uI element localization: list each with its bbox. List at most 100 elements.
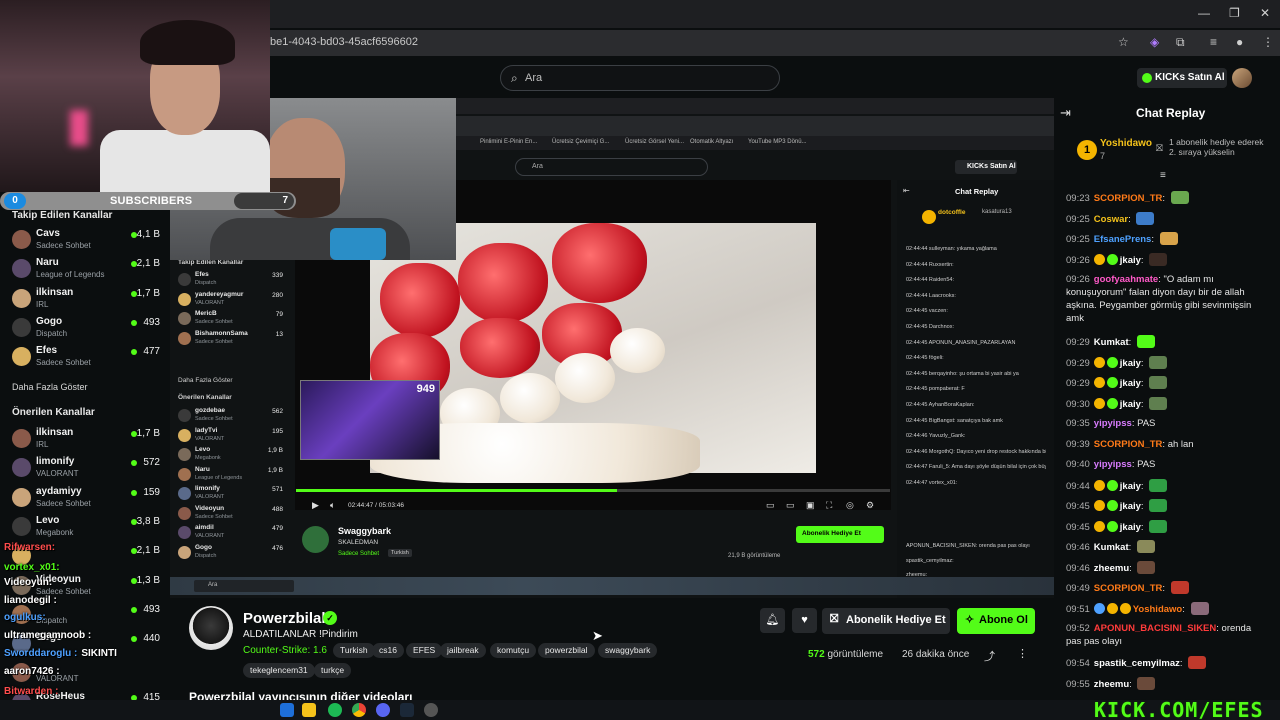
stream-tag[interactable]: Turkish [333,643,375,658]
close-icon[interactable]: ✕ [1260,6,1270,20]
chrome-icon[interactable] [352,703,366,717]
chat-username[interactable]: SCORPION_TR [1094,583,1163,594]
chat-username[interactable]: yipyipss [1094,418,1132,429]
channel-category: Sadece Sohbet [36,358,91,368]
chat-username[interactable]: goofyaahmate [1094,274,1158,285]
buy-kicks-button[interactable]: KICKs Satın Al [1137,68,1227,88]
chat-username[interactable]: jkaiy [1120,522,1141,533]
chat-timestamp: 09:49 [1066,583,1090,594]
user-avatar[interactable] [1232,68,1252,88]
spotify-icon[interactable] [328,703,342,717]
chat-message: 09:30 jkaiy: [1066,396,1262,411]
volume-icon[interactable]: 🔈︎ [330,500,335,511]
clip-icon[interactable]: ▭ [766,500,775,511]
streamer-name[interactable]: Powerzbilal [243,610,326,627]
chat-username[interactable]: APONUN_BACISINI_SIKEN [1094,623,1216,634]
stream-tag[interactable]: cs16 [372,643,404,658]
chat-message: 09:26 jkaiy: [1066,252,1262,267]
browser-menu-icon[interactable]: ⋮ [1262,35,1274,49]
chat-username[interactable]: Kumkat [1094,542,1129,553]
notification-bell-button[interactable]: 🔔︎ [760,608,785,633]
chat-username[interactable]: spastik_cemyilmaz [1094,658,1180,669]
overlay-chat-line: ultramegamnoob : [4,630,91,641]
taskbar-app-icon[interactable] [280,703,294,717]
channel-row[interactable]: limonify VALORANT 572 [0,454,170,483]
stream-tag[interactable]: turkçe [314,663,352,678]
chat-username[interactable]: jkaiy [1120,399,1141,410]
kicks-coin-icon [1142,73,1152,83]
embedded-channel-count: 1,9 B [267,466,283,474]
bookmark-item: Ücretsiz Çevimiçi G... [552,139,610,145]
channel-row[interactable]: Cavs Sadece Sohbet 4,1 B [0,226,170,255]
chat-message: 09:39 SCORPION_TR: ah lan [1066,438,1262,451]
extension-icon[interactable]: ◈ [1150,35,1159,49]
chat-message: 09:25 EfsanePrens: [1066,232,1262,246]
file-explorer-icon[interactable] [302,703,316,717]
stream-tag[interactable]: jailbreak [440,643,486,658]
bookmark-item: Otomatik Altyazı [690,139,734,145]
streamer-avatar[interactable] [189,606,233,650]
chat-message: 09:45 jkaiy: [1066,519,1262,534]
chat-username[interactable]: jkaiy [1120,378,1141,389]
theater-icon[interactable]: ▭ [786,500,795,511]
stream-tag[interactable]: EFES [406,643,443,658]
bookmark-star-icon[interactable]: ☆ [1118,35,1129,49]
settings-icon[interactable]: ⚙ [866,500,874,511]
search-input[interactable]: ⌕ Ara [500,65,780,91]
chat-username[interactable]: EfsanePrens [1094,234,1152,245]
subscribe-button[interactable]: ✧ Abone Ol [957,608,1035,634]
maximize-icon[interactable]: ❐ [1229,6,1240,20]
chat-sort-icon[interactable]: ≡ [1160,170,1166,181]
gift-subscription-button[interactable]: ⛝ Abonelik Hediye Et [822,608,950,634]
stream-tag[interactable]: komutçu [490,643,537,658]
follow-heart-button[interactable]: ♥ [792,608,817,633]
chat-username[interactable]: zheemu [1094,563,1129,574]
chat-username[interactable]: zheemu [1094,679,1129,690]
channel-row[interactable]: ilkinsan IRL 1,7 B [0,285,170,314]
channel-row[interactable]: Levo Megabonk 3,8 B [0,513,170,542]
url-text[interactable]: be1-4043-bd03-45acf6596602 [270,36,418,48]
steam-icon[interactable] [400,703,414,717]
show-more-link[interactable]: Daha Fazla Göster [12,382,88,392]
channel-row[interactable]: Naru League of Legends 2,1 B [0,255,170,284]
chat-username[interactable]: Kumkat [1094,337,1129,348]
subscribe-label: Abone Ol [979,614,1028,626]
channel-row[interactable]: aydamiyy Sadece Sohbet 159 [0,484,170,513]
stream-tag[interactable]: swaggybark [598,643,658,658]
channel-row[interactable]: ilkinsan IRL 1,7 B [0,425,170,454]
embedded-channel-name: ladyTvi [195,426,218,434]
chat-username[interactable]: jkaiy [1120,481,1141,492]
chat-username[interactable]: jkaiy [1120,501,1141,512]
embedded-channel-avatar [178,409,191,422]
collapse-chat-icon[interactable]: ⇥ [1060,105,1071,121]
pip-icon[interactable]: ▣ [806,500,815,511]
stream-tag[interactable]: tekeglencem31 [243,663,315,678]
stream-tag[interactable]: powerzbilal [538,643,595,658]
channel-row[interactable]: Gogo Dispatch 493 [0,314,170,343]
chat-username[interactable]: Yoshidawo [1133,604,1182,615]
chat-username[interactable]: jkaiy [1120,255,1141,266]
embedded-channel-count: 280 [272,291,283,299]
fullscreen-icon[interactable]: ⛶ [826,500,832,511]
embedded-channel-avatar [178,292,191,306]
live-indicator-icon [131,489,137,496]
discord-icon[interactable] [376,703,390,717]
chat-username[interactable]: SCORPION_TR [1094,193,1163,204]
play-icon[interactable]: ▶ [312,500,319,511]
more-options-icon[interactable]: ⋮ [1017,647,1028,660]
embedded-search-input: Ara [515,158,708,176]
minimize-icon[interactable]: — [1198,6,1210,20]
chat-username[interactable]: SCORPION_TR [1094,439,1163,450]
obs-icon[interactable] [424,703,438,717]
profile-icon[interactable]: ● [1236,35,1243,49]
chat-username[interactable]: jkaiy [1120,358,1141,369]
chat-emote-icon [1149,355,1168,369]
speed-icon[interactable]: ◎ [846,500,854,511]
channel-row[interactable]: Efes Sadece Sohbet 477 [0,343,170,372]
extensions-puzzle-icon[interactable]: ⧉ [1176,35,1185,50]
chat-username[interactable]: Coswar [1094,214,1128,225]
media-control-icon[interactable]: ≡ [1210,35,1217,49]
share-icon[interactable]: ⤴ [984,648,995,664]
stream-category[interactable]: Counter-Strike: 1.6 [243,645,327,656]
chat-username[interactable]: yipyipss [1094,459,1132,470]
